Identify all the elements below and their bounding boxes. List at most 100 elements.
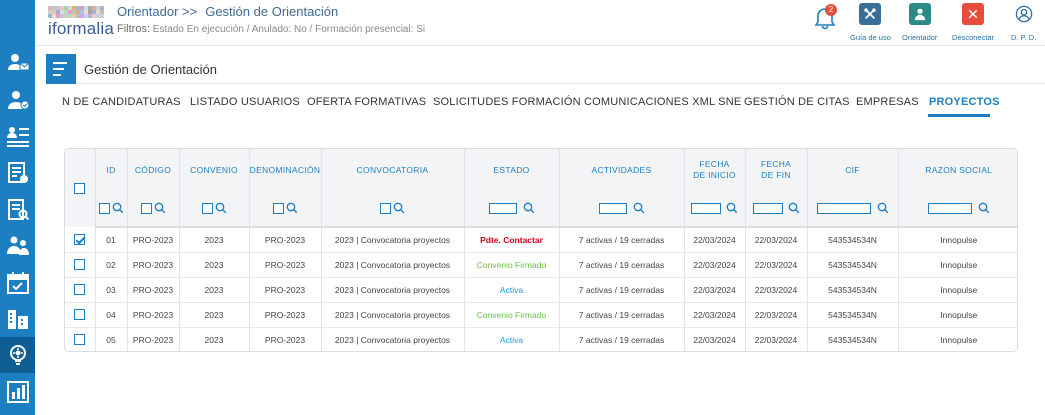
cell-convenio: 2023 [179,327,250,351]
column-header-id[interactable]: ID [95,149,128,191]
tab-listado-usuarios[interactable]: LISTADO USUARIOS [190,96,300,108]
filter-estado-input[interactable] [488,202,517,214]
cell-denominacion: PRO-2023 [249,227,322,253]
filter-denominacion [249,191,322,228]
tab-oferta-formativas[interactable]: OFERTA FORMATIVAS [307,96,426,108]
sidebar-item-document-search[interactable] [0,192,35,228]
search-icon[interactable] [523,202,535,214]
row-checkbox[interactable] [74,334,86,346]
cell-convocatoria: 2023 | Convocatoria proyectos [321,302,465,328]
cell-denominacion: PRO-2023 [249,277,322,303]
tab-gestion-citas[interactable]: GESTIÓN DE CITAS [744,96,850,108]
breadcrumb-root[interactable]: Orientador >> [117,4,197,19]
table-row[interactable]: 02 PRO-2023 2023 PRO-2023 2023 | Convoca… [65,252,1017,278]
app: iformalia Orientador >> Gestión de Orient… [0,0,1045,415]
filter-codigo-input[interactable] [140,202,152,214]
table-row[interactable]: 03 PRO-2023 2023 PRO-2023 2023 | Convoca… [65,277,1017,303]
search-icon[interactable] [978,202,990,214]
table-row[interactable]: 05 PRO-2023 2023 PRO-2023 2023 | Convoca… [65,327,1017,351]
cell-id: 01 [95,227,128,253]
filter-cif-input[interactable] [816,202,871,214]
cell-razon-social: Innopulse [898,227,1017,253]
select-all-checkbox[interactable] [74,182,86,194]
notification-count-badge: 2 [825,4,837,16]
cell-cif: 543534534N [807,302,899,328]
column-header-codigo[interactable]: CÓDIGO [127,149,180,191]
sidebar-item-user-list[interactable] [0,118,35,154]
column-header-actividades[interactable]: ACTIVIDADES [559,149,685,191]
sidebar-item-document[interactable] [0,155,35,191]
cell-fecha-inicio: 22/03/2024 [684,277,746,303]
column-header-denominacion[interactable]: DENOMINACIÓN [249,149,322,191]
tab-proyectos[interactable]: PROYECTOS [929,96,1000,108]
column-header-fecha-inicio[interactable]: FECHA DE INICIO [684,149,746,191]
logout-button[interactable]: Desconectar [952,3,994,42]
row-checkbox[interactable] [74,259,86,271]
filter-denominacion-input[interactable] [272,202,284,214]
sidebar-item-user-check[interactable] [0,82,35,118]
tab-empresas[interactable]: EMPRESAS [856,96,919,108]
orientador-button[interactable]: Orientador [902,3,937,42]
search-icon[interactable] [154,202,166,214]
cell-denominacion: PRO-2023 [249,302,322,328]
hamburger-menu-button[interactable] [46,54,76,84]
search-icon[interactable] [726,202,738,214]
select-all-cell [65,149,96,227]
filter-razon-social-input[interactable] [927,202,972,214]
search-icon[interactable] [633,202,645,214]
filter-estado [464,191,560,228]
filters-value: Estado En ejecución / Anulado: No / Form… [152,24,426,35]
sidebar-item-user-mail[interactable] [0,44,35,80]
column-header-estado[interactable]: ESTADO [464,149,560,191]
cell-convocatoria: 2023 | Convocatoria proyectos [321,227,465,253]
search-icon[interactable] [877,202,889,214]
search-icon[interactable] [286,202,298,214]
filter-razon-social [898,191,1017,228]
cell-estado: Activa [464,327,560,351]
tab-candidaturas[interactable]: N DE CANDIDATURAS [62,96,181,108]
sidebar-item-buildings[interactable] [0,301,35,337]
tab-solicitudes-formacion[interactable]: SOLICITUDES FORMACIÓN [433,96,581,108]
search-icon[interactable] [112,202,124,214]
sidebar-item-users-group[interactable] [0,228,35,264]
filter-id-input[interactable] [98,202,110,214]
sidebar-item-lightbulb[interactable] [0,337,35,373]
table-row[interactable]: 01 PRO-2023 2023 PRO-2023 2023 | Convoca… [65,227,1017,253]
cell-convenio: 2023 [179,252,250,278]
filter-convenio-input[interactable] [201,202,213,214]
cell-razon-social: Innopulse [898,277,1017,303]
cell-estado: Pdte. Contactar [464,227,560,253]
column-header-convocatoria[interactable]: CONVOCATORIA [321,149,465,191]
user-guide-button[interactable]: Guía de uso [850,3,891,42]
column-header-cif[interactable]: CIF [807,149,899,191]
row-checkbox[interactable] [74,284,86,296]
dpd-button[interactable]: D. P. D. [1011,3,1036,42]
cell-actividades: 7 activas / 19 cerradas [559,252,685,278]
cell-fecha-fin: 22/03/2024 [745,277,808,303]
filter-fecha-fin-input[interactable] [752,202,783,214]
filter-fecha-inicio-input[interactable] [691,202,721,214]
cell-fecha-fin: 22/03/2024 [745,327,808,351]
table-filter-row [65,191,1017,228]
table-header-row: ID CÓDIGO CONVENIO DENOMINACIÓN CONVOCAT… [65,149,1017,227]
row-checkbox[interactable] [74,309,86,321]
cell-razon-social: Innopulse [898,302,1017,328]
cell-razon-social: Innopulse [940,334,978,345]
brand-logo[interactable]: iformalia [48,6,114,38]
tab-comunicaciones-xml[interactable]: COMUNICACIONES XML SNE [584,96,741,108]
search-icon[interactable] [215,202,227,214]
filter-convocatoria-input[interactable] [380,202,391,214]
sidebar-item-calendar[interactable] [0,265,35,301]
user-mail-icon [7,54,29,71]
cell-estado: Activa [464,277,560,303]
search-icon[interactable] [393,202,405,214]
table-row[interactable]: 04 PRO-2023 2023 PRO-2023 2023 | Convoca… [65,302,1017,328]
column-header-convenio[interactable]: CONVENIO [179,149,250,191]
column-header-razon-social[interactable]: RAZON SOCIAL [898,149,1017,191]
sidebar-item-bar-chart[interactable] [0,374,35,410]
row-checkbox[interactable] [74,233,86,245]
section-header: Gestión de Orientación [46,54,1045,84]
column-header-fecha-fin[interactable]: FECHA DE FIN [745,149,808,191]
filter-actividades-input[interactable] [598,202,627,214]
search-icon[interactable] [788,202,800,214]
